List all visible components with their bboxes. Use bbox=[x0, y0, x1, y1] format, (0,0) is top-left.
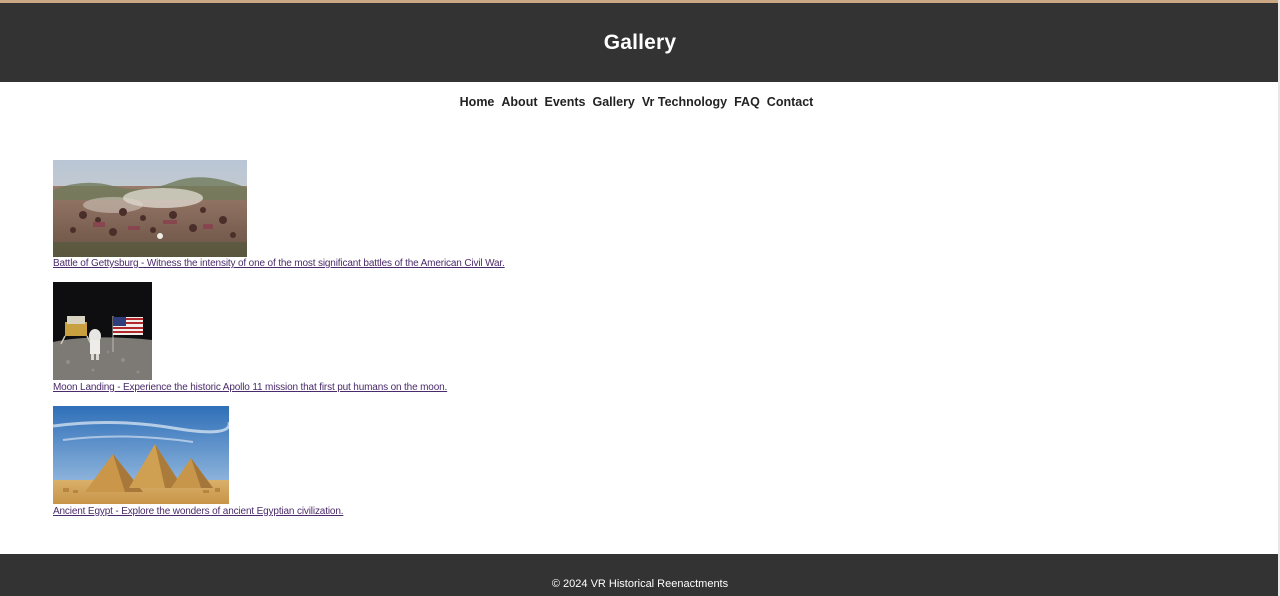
ancient-egypt-pyramids-image[interactable] bbox=[53, 406, 229, 504]
ancient-egypt-caption-link[interactable]: Ancient Egypt - Explore the wonders of a… bbox=[53, 506, 344, 517]
gallery-item-moon-landing: Moon Landing - Experience the historic A… bbox=[53, 282, 447, 393]
page-footer: © 2024 VR Historical Reenactments bbox=[0, 554, 1280, 596]
page-title: Gallery bbox=[603, 30, 677, 54]
gallery-item-gettysburg: Battle of Gettysburg - Witness the inten… bbox=[53, 160, 505, 269]
nav-home-link[interactable]: Home bbox=[460, 93, 495, 111]
gettysburg-caption-link[interactable]: Battle of Gettysburg - Witness the inten… bbox=[53, 258, 505, 269]
nav-contact-link[interactable]: Contact bbox=[767, 93, 814, 111]
page-header: Gallery bbox=[0, 3, 1280, 82]
nav-about-link[interactable]: About bbox=[501, 93, 537, 111]
moon-landing-image[interactable] bbox=[53, 282, 152, 380]
main-nav: Home About Events Gallery Vr Technology … bbox=[0, 93, 1273, 111]
copyright-text: © 2024 VR Historical Reenactments bbox=[551, 577, 729, 590]
nav-vr-technology-link[interactable]: Vr Technology bbox=[642, 93, 727, 111]
nav-events-link[interactable]: Events bbox=[545, 93, 586, 111]
moon-landing-caption-link[interactable]: Moon Landing - Experience the historic A… bbox=[53, 382, 447, 393]
nav-faq-link[interactable]: FAQ bbox=[734, 93, 760, 111]
gettysburg-battle-image[interactable] bbox=[53, 160, 247, 257]
gallery-item-ancient-egypt: Ancient Egypt - Explore the wonders of a… bbox=[53, 406, 344, 517]
nav-gallery-link[interactable]: Gallery bbox=[593, 93, 635, 111]
